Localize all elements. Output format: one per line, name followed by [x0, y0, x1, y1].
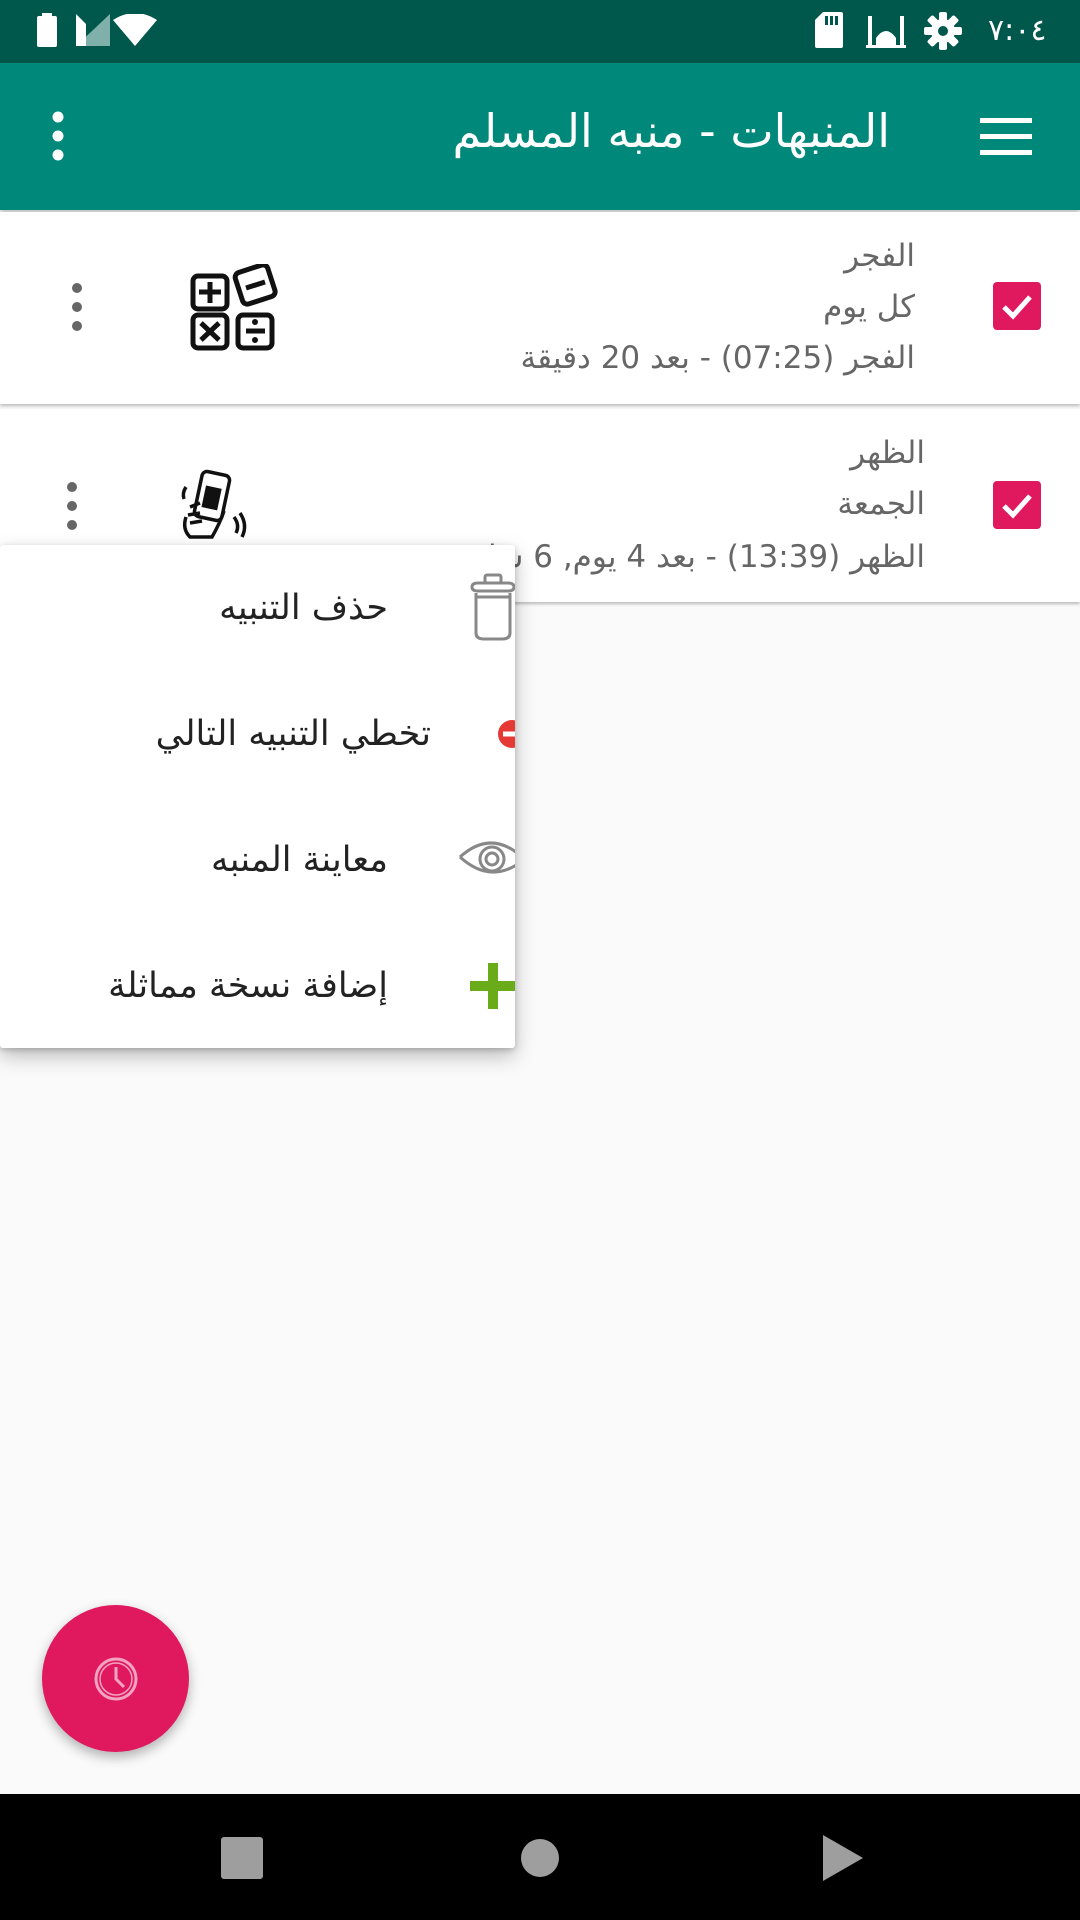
status-time: ٧:٠٤ [988, 13, 1047, 48]
signal-icon [76, 14, 110, 46]
wifi-icon [113, 14, 157, 46]
alarm-card-fajr[interactable]: الفجر كل يوم الفجر (07:25) - بعد 20 دقيق… [0, 212, 1080, 404]
alarm-context-menu: حذف التنبيه تخطي التنبيه التالي معاينة ا… [0, 545, 515, 1048]
menu-item-delete-alarm[interactable]: حذف التنبيه [0, 545, 515, 671]
mosque-icon [866, 16, 906, 48]
skip-icon [498, 720, 515, 748]
alarm-enabled-checkbox[interactable] [993, 481, 1041, 529]
system-navigation-bar [0, 1794, 1080, 1920]
math-puzzle-icon [190, 264, 278, 351]
alarm-more-options-icon[interactable] [67, 282, 87, 332]
alarm-repeat: كل يوم [823, 289, 915, 325]
menu-item-preview-alarm[interactable]: معاينة المنبه [0, 797, 515, 923]
alarm-more-options-icon[interactable] [62, 481, 82, 531]
alarm-prayer-name: الفجر [844, 238, 915, 274]
app-bar: المنبهات - منبه المسلم [0, 63, 1080, 210]
menu-item-label: معاينة المنبه [211, 840, 388, 880]
sd-card-icon [815, 12, 843, 48]
alarm-next-time: الظهر (13:39) - بعد 4 يوم, 6 ساعة [453, 539, 925, 575]
menu-item-label: حذف التنبيه [219, 588, 388, 628]
clock-icon [94, 1657, 138, 1701]
menu-item-duplicate-alarm[interactable]: إضافة نسخة مماثلة [0, 923, 515, 1048]
alarm-enabled-checkbox[interactable] [993, 282, 1041, 330]
hamburger-menu-icon[interactable] [980, 118, 1032, 156]
battery-icon [37, 13, 57, 47]
menu-item-label: إضافة نسخة مماثلة [108, 966, 388, 1006]
overflow-menu-icon[interactable] [48, 111, 68, 161]
menu-item-skip-next-alarm[interactable]: تخطي التنبيه التالي [0, 671, 515, 797]
alarm-next-time: الفجر (07:25) - بعد 20 دقيقة [520, 340, 915, 376]
eye-icon [458, 841, 515, 874]
recents-button-icon[interactable] [221, 1837, 263, 1879]
plus-icon [470, 963, 515, 1009]
gear-icon [924, 12, 962, 50]
home-button-icon[interactable] [520, 1838, 560, 1878]
shake-phone-icon [181, 469, 247, 539]
back-button-icon[interactable] [823, 1835, 863, 1881]
status-bar: ٧:٠٤ [0, 0, 1080, 63]
trash-icon [470, 573, 515, 641]
alarm-prayer-name: الظهر [850, 435, 925, 471]
menu-item-label: تخطي التنبيه التالي [155, 714, 431, 754]
page-title: المنبهات - منبه المسلم [452, 104, 890, 158]
alarm-repeat: الجمعة [837, 486, 925, 522]
add-alarm-fab[interactable] [42, 1605, 189, 1752]
